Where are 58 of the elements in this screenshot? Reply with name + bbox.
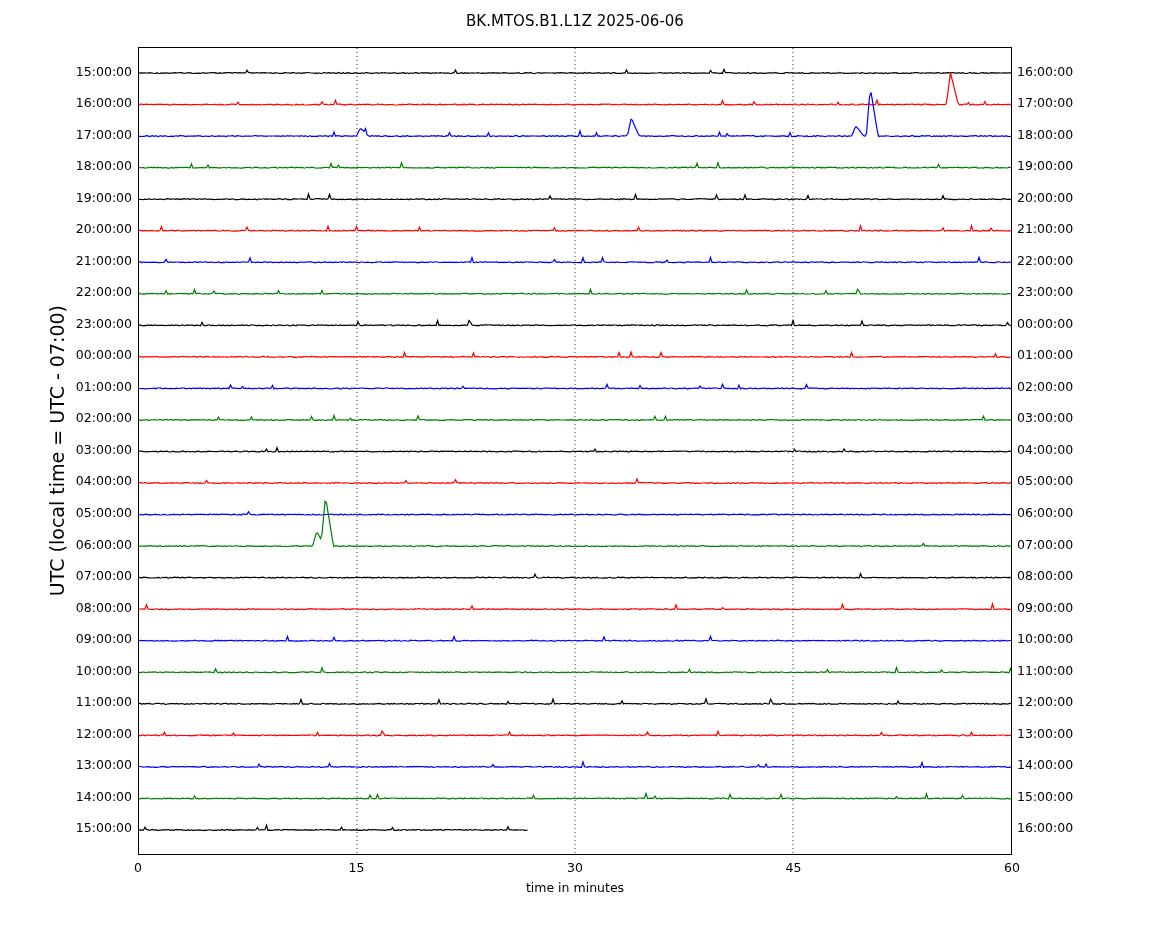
hour-label: 03:00:00	[1017, 409, 1074, 428]
hour-label: 21:00:00	[1017, 220, 1074, 239]
hour-label: 14:00:00	[1017, 756, 1074, 775]
hour-label: 00:00:00	[75, 346, 132, 365]
hour-label: 21:00:00	[75, 251, 132, 270]
x-tick-label: 15	[348, 859, 365, 877]
hour-label: 06:00:00	[1017, 504, 1074, 522]
hour-label: 20:00:00	[75, 220, 132, 239]
hour-label: 17:00:00	[1017, 94, 1074, 113]
hour-label: 06:00:00	[75, 535, 132, 554]
hour-label: 22:00:00	[1017, 251, 1074, 270]
hour-label: 07:00:00	[1017, 535, 1074, 554]
hour-label: 18:00:00	[1017, 125, 1074, 144]
hour-label: 08:00:00	[1017, 567, 1074, 586]
hour-label: 10:00:00	[1017, 630, 1074, 649]
hour-label: 08:00:00	[75, 598, 132, 617]
chart-title: BK.MTOS.B1.L1Z 2025-06-06	[466, 10, 684, 32]
hour-label: 16:00:00	[75, 94, 132, 113]
hour-label: 18:00:00	[75, 157, 132, 176]
hour-label: 14:00:00	[75, 787, 132, 806]
hour-label: 12:00:00	[1017, 693, 1074, 712]
hour-label: 16:00:00	[1017, 819, 1074, 838]
hour-label: 11:00:00	[75, 693, 132, 712]
hour-label: 17:00:00	[75, 125, 132, 144]
hour-label: 05:00:00	[75, 504, 132, 522]
hour-label: 15:00:00	[75, 62, 132, 81]
hour-label: 23:00:00	[75, 314, 132, 333]
x-tick-label: 45	[785, 859, 802, 877]
x-tick-label: 0	[134, 859, 142, 877]
hour-label: 02:00:00	[75, 409, 132, 428]
hour-label: 11:00:00	[1017, 661, 1074, 680]
hour-label: 16:00:00	[1017, 62, 1074, 81]
x-tick-label: 30	[567, 859, 583, 877]
hour-label: 13:00:00	[1017, 724, 1074, 743]
hour-label: 15:00:00	[75, 819, 132, 838]
hour-label: 19:00:00	[75, 188, 132, 207]
hour-label: 03:00:00	[75, 440, 132, 459]
hour-label: 05:00:00	[1017, 472, 1074, 491]
hour-label: 12:00:00	[75, 724, 132, 743]
hour-label: 09:00:00	[1017, 598, 1074, 617]
hour-label: 09:00:00	[75, 630, 132, 649]
hour-label: 22:00:00	[75, 283, 132, 302]
hour-label: 00:00:00	[1017, 314, 1074, 333]
hour-label: 04:00:00	[1017, 440, 1074, 459]
hour-label: 02:00:00	[1017, 377, 1074, 396]
hour-label: 23:00:00	[1017, 283, 1074, 302]
hour-label: 13:00:00	[75, 756, 132, 775]
hour-label: 15:00:00	[1017, 787, 1074, 806]
hour-label: 07:00:00	[75, 567, 132, 586]
x-axis-label: time in minutes	[525, 879, 625, 897]
hour-label: 01:00:00	[1017, 346, 1074, 365]
hour-label: 19:00:00	[1017, 157, 1074, 176]
hour-label: 01:00:00	[75, 377, 132, 396]
y-axis-label: UTC (local time = UTC - 07:00)	[44, 305, 69, 597]
hour-label: 20:00:00	[1017, 188, 1074, 207]
hour-label: 10:00:00	[75, 661, 132, 680]
x-tick-label: 60	[1004, 859, 1020, 877]
hour-label: 04:00:00	[75, 472, 132, 491]
